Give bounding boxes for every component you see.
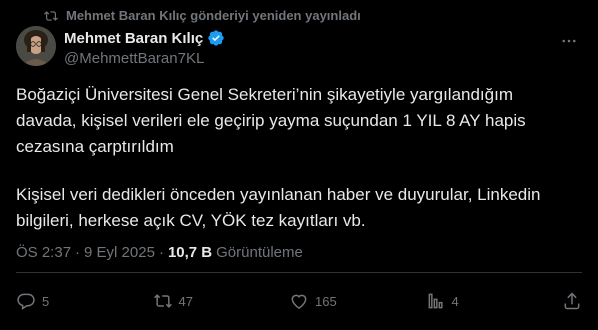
share-icon — [564, 292, 580, 310]
views-count[interactable]: 10,7 B — [168, 244, 212, 261]
tweet-date[interactable]: 9 Eyl 2025 — [84, 244, 155, 261]
tweet-card[interactable]: Mehmet Baran Kılıç gönderiyi yeniden yay… — [0, 0, 598, 330]
display-name[interactable]: Mehmet Baran Kılıç — [64, 30, 203, 47]
reply-icon — [17, 293, 35, 310]
tweet-text: Boğaziçi Üniversitesi Genel Sekreteri’ni… — [16, 82, 566, 234]
meta-separator: · — [75, 244, 81, 261]
like-icon — [291, 294, 307, 309]
retweet-icon — [153, 294, 172, 308]
verified-badge-icon[interactable] — [207, 29, 225, 47]
reply-count: 5 — [42, 293, 50, 309]
views-label: Görüntüleme — [216, 244, 303, 261]
retweet-count: 47 — [178, 293, 193, 309]
more-options-button[interactable] — [560, 32, 578, 55]
like-button[interactable]: 165 — [289, 291, 399, 311]
tweet-paragraph: Boğaziçi Üniversitesi Genel Sekreteri’ni… — [16, 85, 526, 156]
like-count: 165 — [315, 293, 337, 309]
retweet-button[interactable]: 47 — [153, 291, 263, 311]
divider — [16, 272, 582, 273]
tweet-meta: ÖS 2:37 · 9 Eyl 2025 · 10,7 B Görüntülem… — [16, 244, 303, 261]
repost-indicator[interactable]: Mehmet Baran Kılıç gönderiyi yeniden yay… — [44, 8, 361, 23]
tweet-header: Mehmet Baran Kılıç @MehmettBaran7KL — [16, 26, 582, 67]
tweet-time[interactable]: ÖS 2:37 — [16, 244, 71, 261]
repost-text: Mehmet Baran Kılıç gönderiyi yeniden yay… — [66, 8, 361, 23]
share-button[interactable] — [562, 291, 582, 311]
bookmark-button[interactable]: 4 — [426, 291, 536, 311]
tweet-paragraph: Kişisel veri dedikleri önceden yayınlana… — [16, 185, 541, 230]
bookmark-count: 4 — [451, 293, 459, 309]
avatar[interactable] — [16, 26, 56, 66]
action-bar: 5 47 165 4 — [16, 291, 582, 311]
repost-icon — [44, 10, 58, 21]
user-handle[interactable]: @MehmettBaran7KL — [64, 50, 225, 67]
bookmark-icon — [428, 293, 443, 309]
reply-button[interactable]: 5 — [16, 291, 126, 311]
meta-separator: · — [158, 244, 164, 261]
more-icon — [562, 39, 576, 43]
